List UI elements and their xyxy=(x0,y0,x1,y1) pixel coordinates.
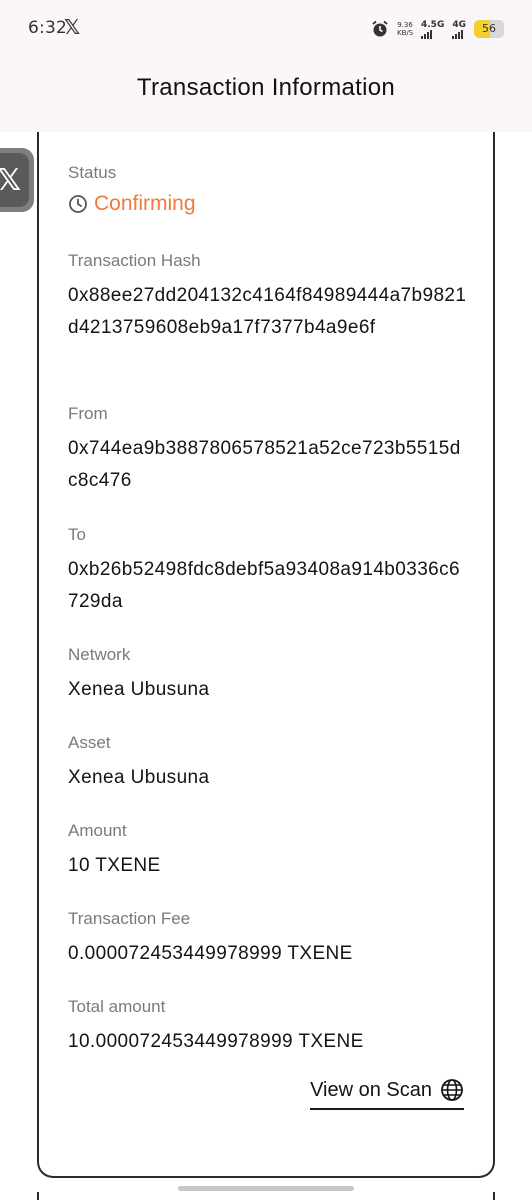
amount-value: 10 TXENE xyxy=(68,855,161,876)
hash-field: Transaction Hash 0x88ee27dd204132c4164f8… xyxy=(68,250,468,344)
view-on-scan-link[interactable]: View on Scan xyxy=(310,1078,464,1110)
card-edge-left xyxy=(37,1192,39,1200)
status-time: 6:32 xyxy=(28,18,67,38)
to-label: To xyxy=(68,525,86,544)
signal-2-icon xyxy=(452,29,464,39)
fee-field: Transaction Fee 0.000072453449978999 TXE… xyxy=(68,908,468,970)
x-notification-icon: 𝕏 xyxy=(64,15,81,39)
network-value: Xenea Ubusuna xyxy=(68,679,210,700)
asset-field: Asset Xenea Ubusuna xyxy=(68,732,468,794)
fee-label: Transaction Fee xyxy=(68,909,191,928)
page-title: Transaction Information xyxy=(136,74,396,101)
net-speed-unit: KB/S xyxy=(397,29,414,37)
battery-level: 56 xyxy=(482,22,496,35)
net-speed-value: 9.36 xyxy=(397,21,413,29)
network-field: Network Xenea Ubusuna xyxy=(68,644,468,706)
transaction-card: Status Confirming Transaction Hash 0x88e… xyxy=(37,132,495,1178)
floating-app-bubble[interactable]: 𝕏 xyxy=(0,148,34,212)
to-field: To 0xb26b52498fdc8debf5a93408a914b0336c6… xyxy=(68,524,468,618)
status-bar: 6:32 𝕏 9.36 KB/S 4.5G 4G 56 xyxy=(0,0,532,58)
hash-value[interactable]: 0x88ee27dd204132c4164f84989444a7b9821d42… xyxy=(68,280,468,344)
network-2-label: 4G xyxy=(452,19,466,30)
net-speed: 9.36 KB/S xyxy=(397,21,413,37)
status-value: Confirming xyxy=(94,192,196,215)
signal-1-icon xyxy=(421,29,432,39)
total-field: Total amount 10.000072453449978999 TXENE xyxy=(68,996,468,1058)
status-indicators: 9.36 KB/S 4.5G 4G 56 xyxy=(371,15,504,43)
asset-label: Asset xyxy=(68,733,111,752)
clock-icon xyxy=(68,194,88,214)
card-edge-right xyxy=(493,1192,495,1200)
total-label: Total amount xyxy=(68,997,166,1016)
header: Transaction Information xyxy=(0,58,532,132)
alarm-icon xyxy=(371,20,389,38)
status-label: Status xyxy=(68,163,117,182)
view-on-scan-label: View on Scan xyxy=(310,1078,432,1101)
network-label: Network xyxy=(68,645,131,664)
network-1: 4.5G xyxy=(421,20,444,39)
from-label: From xyxy=(68,404,108,423)
from-field: From 0x744ea9b3887806578521a52ce723b5515… xyxy=(68,403,468,497)
screen: 6:32 𝕏 9.36 KB/S 4.5G 4G 56 Transaction … xyxy=(0,0,532,1200)
asset-value: Xenea Ubusuna xyxy=(68,767,210,788)
globe-icon xyxy=(440,1078,464,1102)
total-value: 10.000072453449978999 TXENE xyxy=(68,1031,364,1052)
to-value[interactable]: 0xb26b52498fdc8debf5a93408a914b0336c6729… xyxy=(68,554,468,618)
status-row: Confirming xyxy=(68,192,468,216)
home-indicator[interactable] xyxy=(178,1186,354,1191)
from-value[interactable]: 0x744ea9b3887806578521a52ce723b5515dc8c4… xyxy=(68,433,468,497)
battery-icon: 56 xyxy=(474,20,504,38)
network-2: 4G xyxy=(452,20,466,39)
status-field: Status Confirming xyxy=(68,162,468,216)
x-logo-icon: 𝕏 xyxy=(0,153,29,207)
top-area: 6:32 𝕏 9.36 KB/S 4.5G 4G 56 Transaction … xyxy=(0,0,532,132)
amount-label: Amount xyxy=(68,821,127,840)
network-1-label: 4.5G xyxy=(421,19,445,30)
hash-label: Transaction Hash xyxy=(68,251,201,270)
fee-value: 0.000072453449978999 TXENE xyxy=(68,943,353,964)
amount-field: Amount 10 TXENE xyxy=(68,820,468,882)
